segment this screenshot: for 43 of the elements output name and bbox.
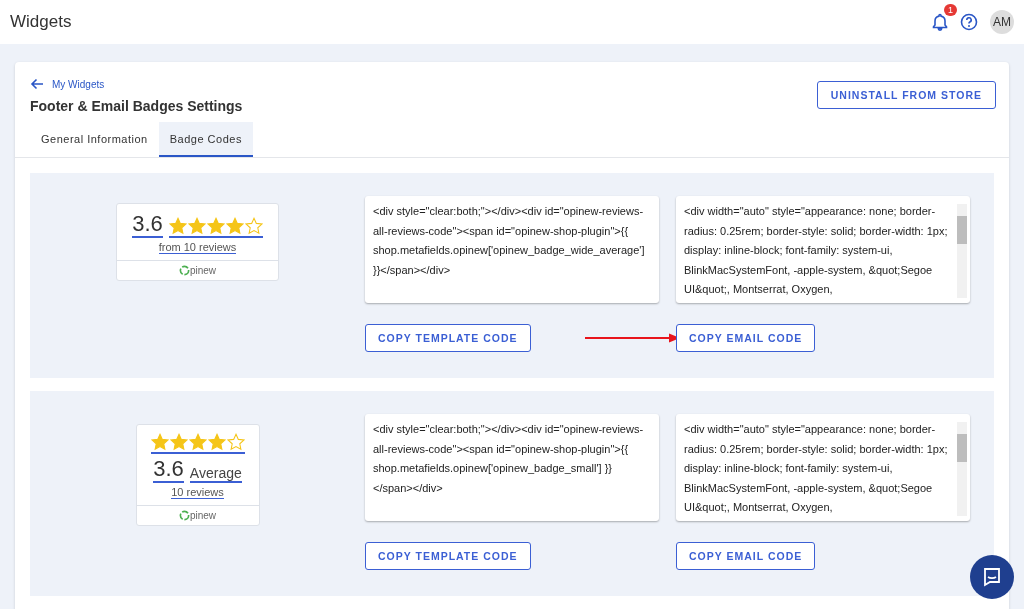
star-icon [225, 217, 244, 236]
star-icon [169, 433, 188, 451]
uninstall-button[interactable]: UNINSTALL FROM STORE [816, 81, 996, 109]
rating-value: 3.6 [132, 212, 163, 239]
bell-icon[interactable] [932, 13, 948, 31]
copy-template-button[interactable]: COPY TEMPLATE CODE [365, 324, 531, 352]
copy-email-button[interactable]: COPY EMAIL CODE [676, 542, 816, 570]
star-icon [187, 217, 206, 236]
scrollbar[interactable] [957, 422, 967, 516]
settings-title: Footer & Email Badges Settings [30, 98, 243, 114]
rating-label: Average [189, 465, 242, 484]
arrow-left-icon [30, 78, 44, 90]
code-text: <div width="auto" style="appearance: none; border-radius: 0.25rem; border-style: solid; border-width: 1px; display: inline-block; font-family: system-ui, BlinkMacSystemFont, -apple-system, &quot;Segoe UI&quot;, Montserrat, Oxygen, [684, 423, 948, 513]
reviews-link[interactable]: 10 reviews [171, 486, 224, 500]
chat-bubble-icon [982, 567, 1002, 587]
code-field[interactable]: <div style="clear:both;"></div><div id="opinew-reviews-all-reviews-code"><span id="opinew-shop-plugin">{{ shop.metafields.opinew['opinew_badge_small'] }} </span></div> [365, 414, 659, 521]
reviews-link[interactable]: from 10 reviews [158, 241, 237, 255]
star-icon [188, 433, 207, 451]
rating-value: 3.6 [153, 457, 184, 484]
scrollbar[interactable] [957, 204, 967, 298]
star-icon [206, 217, 225, 236]
code-field[interactable] [676, 414, 970, 521]
tab[interactable]: Badge Codes [158, 122, 253, 157]
code-field[interactable] [676, 196, 970, 303]
code-text: <div width="auto" style="appearance: none; border-radius: 0.25rem; border-style: solid; border-width: 1px; display: inline-block; font-family: system-ui, BlinkMacSystemFont, -apple-system, &quot;Segoe UI&quot;, Montserrat, Oxygen, [684, 205, 948, 295]
notification-badge: 1 [944, 4, 957, 16]
ring-icon [178, 510, 190, 522]
help-icon[interactable] [960, 13, 978, 31]
user-avatar[interactable]: AM [990, 10, 1014, 34]
copy-template-button[interactable]: COPY TEMPLATE CODE [365, 542, 531, 570]
star-icon [168, 217, 187, 236]
copy-email-button[interactable]: COPY EMAIL CODE [676, 324, 816, 352]
star-icon [150, 433, 169, 451]
brand-logo: pinew [178, 265, 217, 277]
star-icon [244, 217, 263, 236]
star-icon [226, 433, 245, 451]
back-link[interactable]: My Widgets [30, 78, 243, 90]
star-icon [207, 433, 226, 451]
page-title: Widgets [10, 12, 72, 32]
brand-logo: pinew [178, 510, 217, 522]
tab[interactable]: General Information [30, 122, 159, 157]
ring-icon [178, 265, 190, 277]
code-field[interactable]: <div style="clear:both;"></div><div id="opinew-reviews-all-reviews-code"><span id="opinew-shop-plugin">{{ shop.metafields.opinew['opinew_badge_wide_average'] }}</span></div> [365, 196, 659, 303]
